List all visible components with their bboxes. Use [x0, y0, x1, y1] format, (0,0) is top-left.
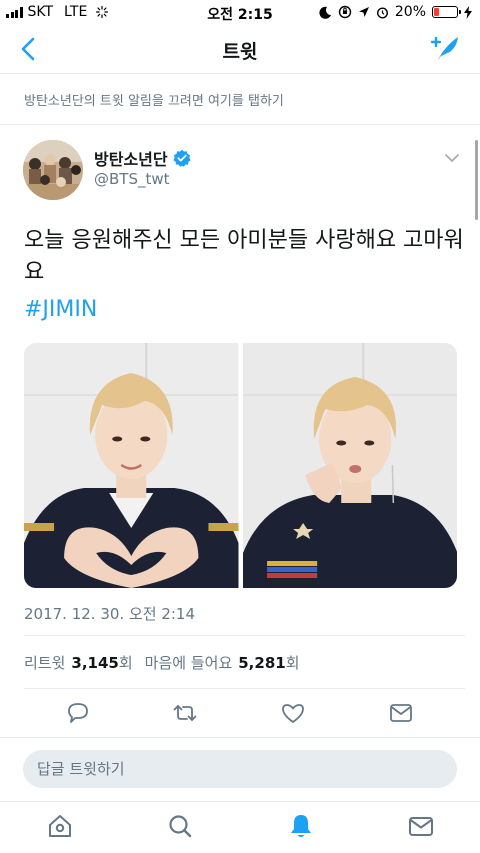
avatar[interactable] [23, 140, 83, 200]
status-bar: SKT LTE 오전 2:15 20% [0, 0, 480, 24]
verified-badge-icon [173, 149, 191, 167]
home-icon[interactable] [46, 812, 74, 840]
location-icon [358, 7, 369, 17]
hashtag-link[interactable]: #JIMIN [24, 297, 97, 322]
retweet-count[interactable]: 3,145 [71, 654, 118, 672]
notifications-icon[interactable] [287, 812, 315, 840]
retweet-label: 리트윗 [24, 654, 66, 672]
charging-bolt-icon [464, 5, 472, 19]
reply-icon[interactable] [65, 700, 91, 726]
scrollbar[interactable] [475, 140, 478, 220]
battery-percent: 20% [394, 4, 426, 20]
tweet-photo-2[interactable] [242, 343, 457, 588]
tweet-stats: 리트윗 3,145 회 마음에 들어요 5,281 회 [24, 652, 300, 673]
retweet-count-suffix: 회 [118, 654, 133, 672]
orientation-lock-icon [338, 5, 352, 19]
page-title: 트윗 [222, 41, 258, 63]
status-bar-right: 20% [319, 4, 472, 20]
chevron-down-icon[interactable] [444, 152, 460, 164]
tweet-media [24, 343, 457, 588]
battery-level-fill [434, 8, 439, 16]
bottom-tab-bar [0, 801, 480, 853]
direct-message-icon[interactable] [388, 700, 414, 726]
tweet-photo-1[interactable] [24, 343, 239, 588]
display-name[interactable]: 방탄소년단 [94, 146, 191, 170]
compose-tweet-icon[interactable] [428, 32, 462, 66]
stats-divider-bottom [24, 688, 465, 689]
search-icon[interactable] [166, 812, 194, 840]
alarm-icon [376, 6, 388, 19]
notification-settings-link[interactable]: 방탄소년단의 트윗 알림을 끄려면 여기를 탭하기 [24, 90, 284, 109]
stats-divider-top [24, 635, 465, 636]
reply-bar: 답글 트윗하기 [0, 737, 480, 801]
like-count-suffix: 회 [285, 654, 300, 672]
reply-input[interactable]: 답글 트윗하기 [23, 750, 457, 788]
like-label: 마음에 들어요 [144, 654, 233, 672]
like-heart-icon[interactable] [280, 700, 306, 726]
messages-icon[interactable] [407, 812, 435, 840]
tweet-actions [0, 700, 480, 726]
retweet-icon[interactable] [172, 700, 198, 726]
tweet-timestamp: 2017. 12. 30. 오전 2:14 [24, 605, 196, 623]
user-handle[interactable]: @BTS_twt [94, 170, 170, 188]
navigation-bar: 트윗 [0, 24, 480, 74]
tweet-text: 오늘 응원해주신 모든 아미분들 사랑해요 고마워요 [24, 228, 464, 285]
display-name-text: 방탄소년단 [94, 150, 168, 169]
moon-icon [319, 6, 331, 19]
notice-divider [0, 124, 480, 125]
like-count[interactable]: 5,281 [238, 654, 285, 672]
battery-icon [432, 6, 461, 18]
